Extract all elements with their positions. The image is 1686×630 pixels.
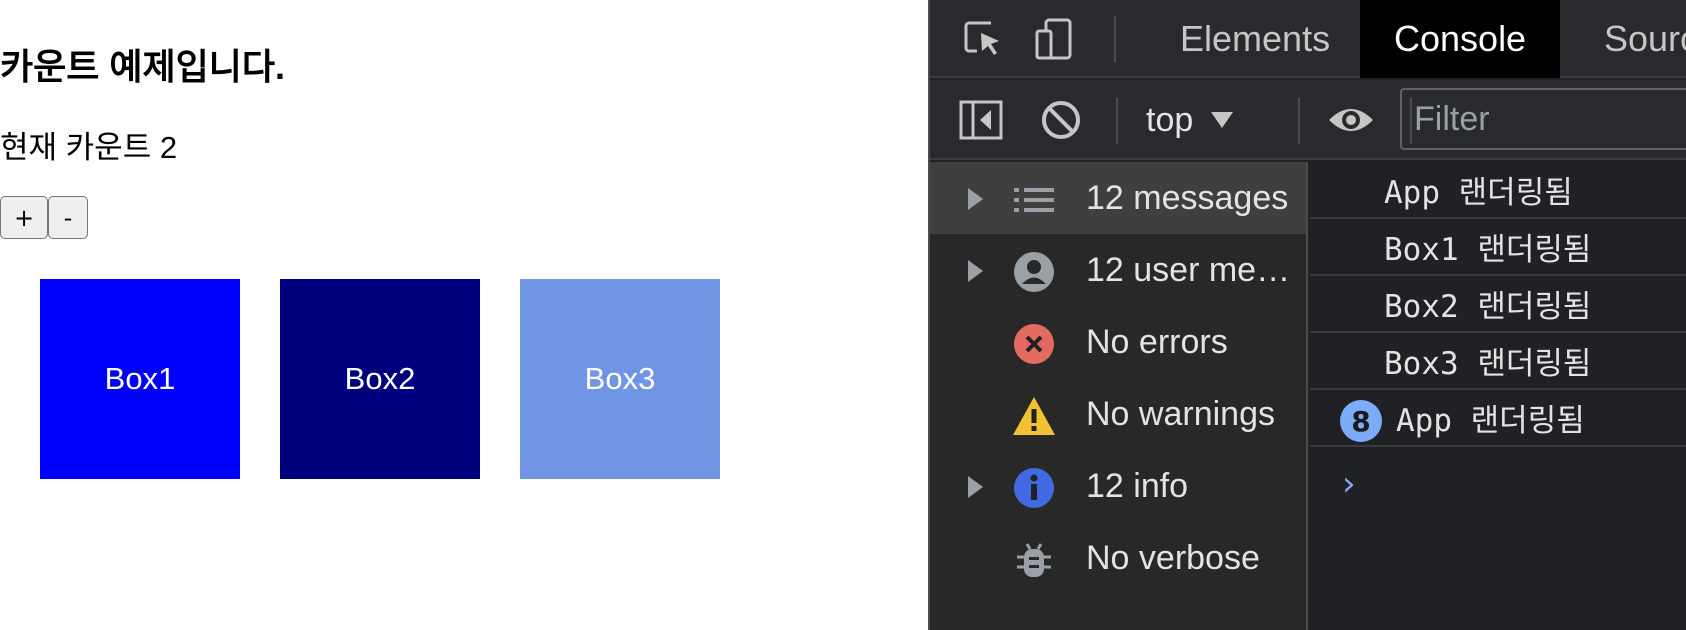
list-icon <box>1012 178 1056 222</box>
log-message[interactable]: 8 App 랜더링됨 <box>1310 390 1686 447</box>
error-icon <box>1012 322 1056 366</box>
log-message[interactable]: Box2 랜더링됨 <box>1310 276 1686 333</box>
sidebar-item-label: No errors <box>1086 322 1228 361</box>
sidebar-item-messages[interactable]: 12 messages <box>930 162 1306 234</box>
toolbar-divider <box>1298 98 1300 144</box>
info-icon <box>1012 466 1056 510</box>
user-icon <box>1012 250 1056 294</box>
box-2: Box2 <box>280 279 480 479</box>
context-select[interactable]: top <box>1146 96 1234 144</box>
box-1-label: Box1 <box>104 361 176 396</box>
count-display: 현재 카운트 2 <box>0 130 178 165</box>
tab-console[interactable]: Console <box>1360 0 1561 78</box>
sidebar-toggle-icon[interactable] <box>956 95 1006 145</box>
sidebar-item-label: 12 messages <box>1086 178 1289 217</box>
console-log: App 랜더링됨 Box1 랜더링됨 Box2 랜더링됨 Box3 랜더링됨 8… <box>1310 162 1686 630</box>
log-text: Box1 랜더링됨 <box>1384 232 1592 268</box>
sidebar-item-errors[interactable]: No errors <box>930 306 1306 378</box>
toolbar-divider <box>1116 98 1118 144</box>
bug-icon <box>1012 538 1056 582</box>
console-sidebar: 12 messages 12 user me… No errors No war… <box>930 162 1308 630</box>
box-1: Box1 <box>40 279 240 479</box>
inspect-element-icon[interactable] <box>958 14 1008 64</box>
console-prompt-icon[interactable]: › <box>1342 464 1356 504</box>
log-text: App 랜더링됨 <box>1396 403 1585 439</box>
page-title: 카운트 예제입니다. <box>0 46 285 87</box>
box-2-label: Box2 <box>344 361 416 396</box>
expand-arrow-icon[interactable] <box>968 260 983 282</box>
dropdown-triangle-icon <box>1211 112 1234 128</box>
filter-input[interactable]: Filter <box>1400 88 1686 150</box>
sidebar-item-label: No warnings <box>1086 394 1275 433</box>
sidebar-item-info[interactable]: 12 info <box>930 450 1306 522</box>
sidebar-item-label: 12 info <box>1086 466 1189 505</box>
app-page: 카운트 예제입니다. 현재 카운트 2 + - Box1 Box2 Box3 <box>0 0 928 630</box>
increment-button[interactable]: + <box>0 196 48 239</box>
context-select-value: top <box>1146 100 1194 139</box>
device-toolbar-icon[interactable] <box>1030 14 1080 64</box>
clear-console-icon[interactable] <box>1036 95 1086 145</box>
tab-sources[interactable]: Sourc <box>1570 0 1686 78</box>
box-3: Box3 <box>520 279 720 479</box>
live-expression-eye-icon[interactable] <box>1326 95 1376 145</box>
sidebar-item-warnings[interactable]: No warnings <box>930 378 1306 450</box>
log-message[interactable]: Box1 랜더링됨 <box>1310 219 1686 276</box>
devtools-tabbar: Elements Console Sourc <box>930 0 1686 78</box>
devtools-panel: Elements Console Sourc top <box>928 0 1686 630</box>
log-text: App 랜더링됨 <box>1384 175 1573 211</box>
sidebar-item-user-messages[interactable]: 12 user me… <box>930 234 1306 306</box>
warning-icon <box>1012 394 1056 438</box>
box-3-label: Box3 <box>584 361 656 396</box>
decrement-button[interactable]: - <box>48 196 88 239</box>
console-toolbar: top Filter <box>930 80 1686 160</box>
sidebar-item-label: No verbose <box>1086 538 1260 577</box>
log-text: Box3 랜더링됨 <box>1384 346 1592 382</box>
tabbar-divider <box>1114 16 1116 62</box>
expand-arrow-icon[interactable] <box>968 188 983 210</box>
repeat-count-badge: 8 <box>1340 400 1382 442</box>
tab-elements[interactable]: Elements <box>1146 0 1364 78</box>
log-message[interactable]: Box3 랜더링됨 <box>1310 333 1686 390</box>
log-message[interactable]: App 랜더링됨 <box>1310 162 1686 219</box>
expand-arrow-icon[interactable] <box>968 476 983 498</box>
sidebar-item-verbose[interactable]: No verbose <box>930 522 1306 594</box>
sidebar-item-label: 12 user me… <box>1086 250 1291 289</box>
log-text: Box2 랜더링됨 <box>1384 289 1592 325</box>
